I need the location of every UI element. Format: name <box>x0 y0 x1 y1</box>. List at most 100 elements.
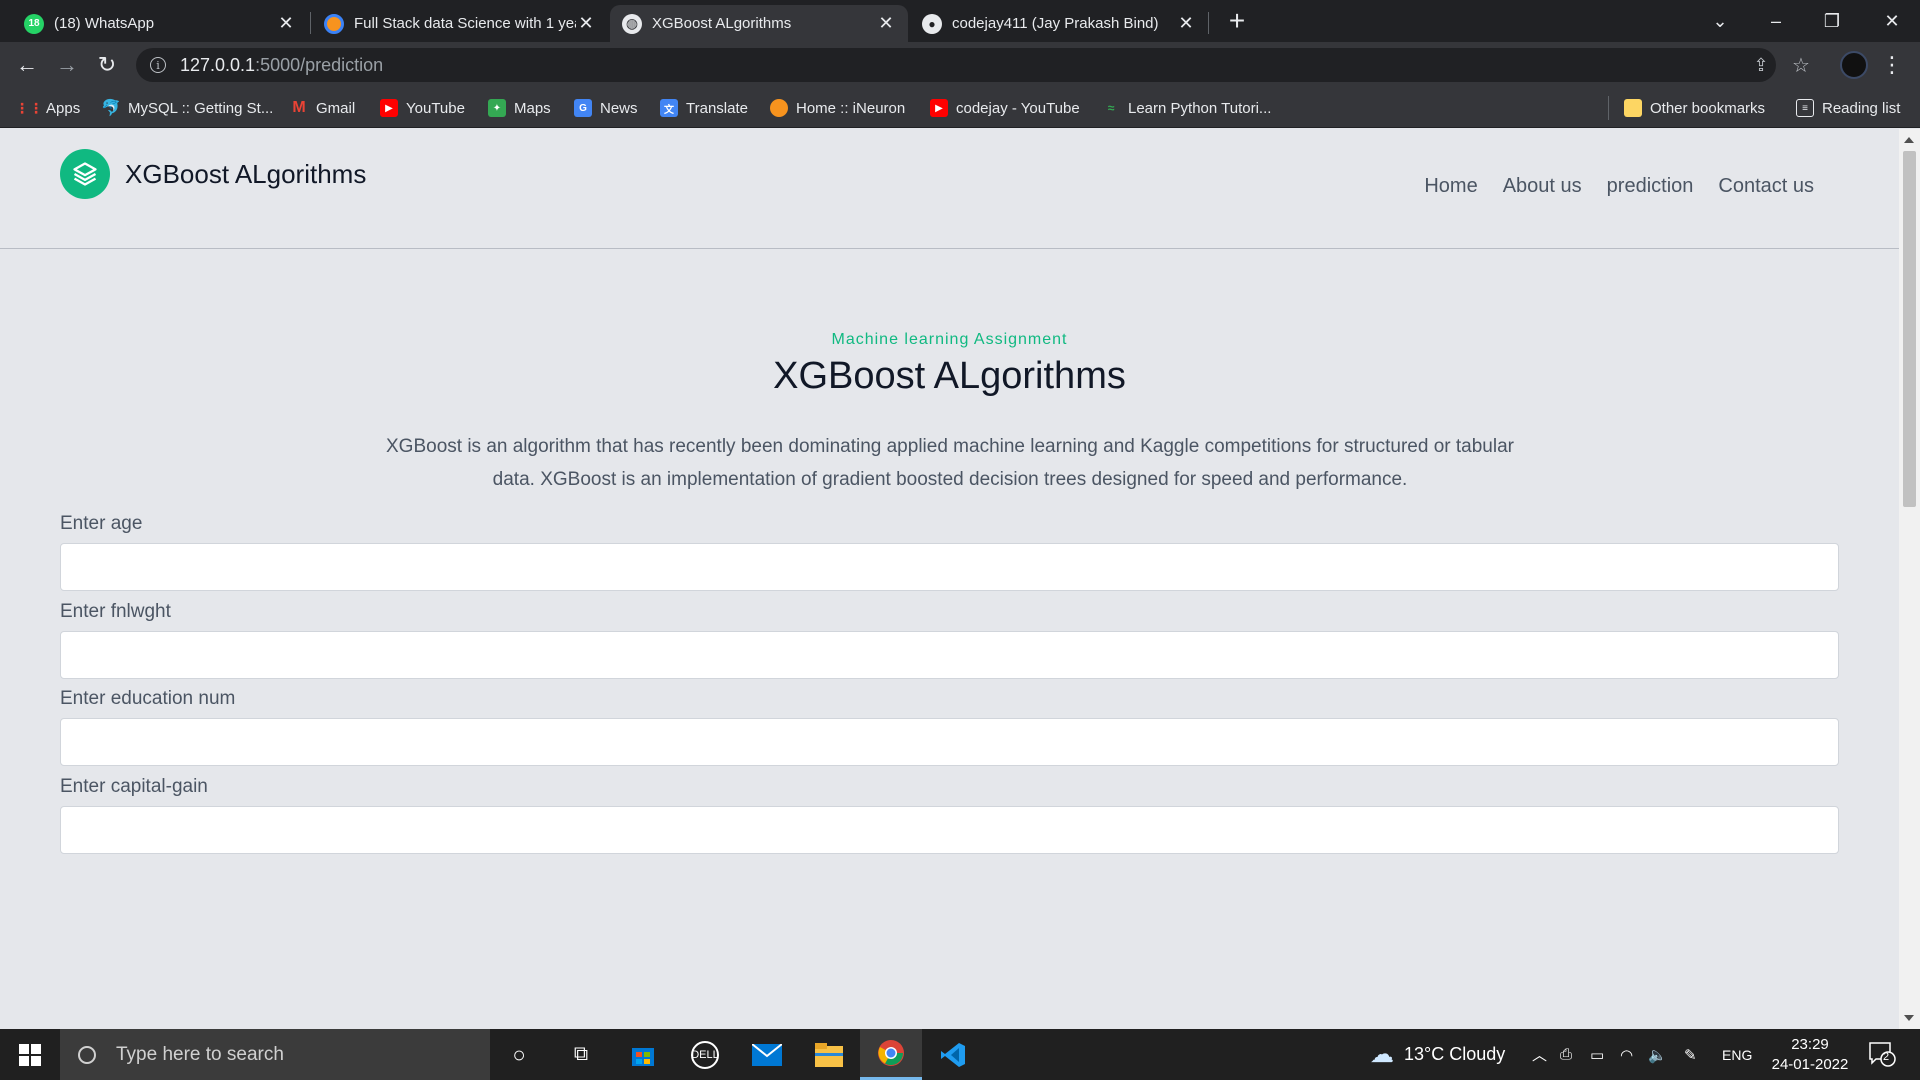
bookmark-label: Translate <box>686 99 748 117</box>
age-input[interactable] <box>60 543 1839 591</box>
profile-avatar[interactable] <box>1840 51 1868 79</box>
search-icon <box>78 1045 96 1064</box>
tab-title: Full Stack data Science with 1 yea <box>354 15 576 32</box>
address-bar[interactable]: i 127.0.0.1:5000/prediction <box>136 48 1776 82</box>
tab-search-icon[interactable]: ⌄ <box>1692 0 1748 42</box>
show-hidden-icons-chevron-icon[interactable]: ︿ <box>1532 1029 1547 1080</box>
bookmark-maps[interactable]: ✦ Maps <box>488 96 551 120</box>
tab-title: codejay411 (Jay Prakash Bind) <box>952 15 1159 32</box>
url-host: 127.0.0.1 <box>180 54 256 75</box>
capital-gain-input[interactable] <box>60 806 1839 854</box>
system-clock[interactable]: 23:29 24-01-2022 <box>1760 1035 1860 1075</box>
reload-icon[interactable]: ↻ <box>92 50 122 80</box>
taskbar-search-box[interactable]: Type here to search <box>60 1029 490 1080</box>
education-num-label: Enter education num <box>60 688 236 709</box>
tab-xgboost[interactable]: ◍ XGBoost ALgorithms ✕ <box>610 5 908 42</box>
browser-tab-strip: 18 (18) WhatsApp ✕ Full Stack data Scien… <box>0 0 1920 42</box>
close-window-icon[interactable]: ✕ <box>1864 0 1920 42</box>
bookmark-ineuron[interactable]: Home :: iNeuron <box>770 96 905 120</box>
windows-taskbar: Type here to search ○ ⧉ DELL ☁ 13°C Clou… <box>0 1029 1920 1080</box>
taskbar-search-placeholder: Type here to search <box>116 1043 284 1065</box>
scroll-up-arrow-icon[interactable] <box>1904 137 1914 143</box>
bookmark-other[interactable]: Other bookmarks <box>1624 96 1765 120</box>
folder-icon <box>1624 99 1642 117</box>
microsoft-store-icon[interactable] <box>612 1029 674 1080</box>
nav-home[interactable]: Home <box>1424 175 1477 198</box>
bookmark-learn-python[interactable]: ≈ Learn Python Tutori... <box>1102 96 1272 120</box>
news-icon: G <box>574 99 592 117</box>
youtube-icon: ▶ <box>380 99 398 117</box>
bookmark-label: Maps <box>514 99 551 117</box>
tab-separator <box>1208 12 1209 34</box>
chrome-icon[interactable] <box>860 1029 922 1080</box>
bookmarks-separator <box>1608 96 1609 120</box>
windows-start-icon[interactable] <box>0 1029 60 1080</box>
cortana-icon[interactable]: ○ <box>488 1029 550 1080</box>
close-tab-icon[interactable]: ✕ <box>876 13 896 34</box>
language-indicator[interactable]: ENG <box>1722 1029 1752 1080</box>
page-scrollbar[interactable] <box>1899 129 1920 1029</box>
weather-text: 13°C Cloudy <box>1404 1044 1506 1064</box>
close-tab-icon[interactable]: ✕ <box>1176 13 1196 34</box>
age-label: Enter age <box>60 513 143 534</box>
page-viewport: XGBoost ALgorithms Home About us predict… <box>0 129 1899 1029</box>
tab-github[interactable]: ● codejay411 (Jay Prakash Bind) ✕ <box>910 5 1208 42</box>
close-tab-icon[interactable]: ✕ <box>576 13 596 34</box>
tab-title: XGBoost ALgorithms <box>652 15 792 32</box>
layers-logo-icon[interactable] <box>60 149 110 199</box>
clock-time: 23:29 <box>1791 1036 1829 1053</box>
menu-kebab-icon[interactable]: ⋮ <box>1880 50 1904 80</box>
bookmark-label: Home :: iNeuron <box>796 99 906 117</box>
tab-title: (18) WhatsApp <box>54 15 155 32</box>
back-arrow-icon[interactable]: ← <box>12 50 42 80</box>
volume-icon[interactable]: 🔈 <box>1648 1029 1667 1080</box>
bookmark-youtube[interactable]: ▶ YouTube <box>380 96 465 120</box>
forward-arrow-icon[interactable]: → <box>52 50 82 80</box>
mail-icon[interactable] <box>736 1029 798 1080</box>
tab-ineuron[interactable]: Full Stack data Science with 1 yea ✕ <box>312 5 608 42</box>
pen-icon[interactable]: ✎ <box>1684 1029 1697 1080</box>
reading-list[interactable]: ≡ Reading list <box>1796 96 1900 120</box>
close-tab-icon[interactable]: ✕ <box>276 13 296 34</box>
vscode-icon[interactable] <box>922 1029 984 1080</box>
bookmark-apps[interactable]: ⋮⋮ Apps <box>15 96 80 120</box>
youtube-icon: ▶ <box>930 99 948 117</box>
battery-icon[interactable]: ▭ <box>1590 1029 1604 1080</box>
new-tab-icon[interactable]: + <box>1222 5 1252 36</box>
share-icon[interactable]: ⇪ <box>1746 50 1776 80</box>
bookmark-label: Gmail <box>316 99 356 117</box>
nav-contact-us[interactable]: Contact us <box>1718 175 1814 198</box>
scrollbar-thumb[interactable] <box>1903 151 1916 507</box>
education-num-input[interactable] <box>60 718 1839 766</box>
bookmark-news[interactable]: G News <box>574 96 638 120</box>
bookmark-star-icon[interactable]: ☆ <box>1786 50 1816 80</box>
hero-description: XGBoost is an algorithm that has recentl… <box>386 436 1514 490</box>
site-brand[interactable]: XGBoost ALgorithms <box>125 159 366 190</box>
dell-icon[interactable]: DELL <box>674 1029 736 1080</box>
weather-widget[interactable]: ☁ 13°C Cloudy <box>1370 1029 1505 1080</box>
meet-now-icon[interactable]: ⎙ <box>1560 1029 1572 1080</box>
cloud-icon: ☁ <box>1370 1041 1394 1068</box>
task-view-icon[interactable]: ⧉ <box>550 1029 612 1080</box>
fnlwght-input[interactable] <box>60 631 1839 679</box>
hero-eyebrow: Machine learning Assignment <box>831 331 1068 348</box>
notification-center-icon[interactable]: 2 <box>1868 1041 1896 1067</box>
bookmark-translate[interactable]: 文 Translate <box>660 96 748 120</box>
gmail-icon: M <box>292 99 306 116</box>
bookmark-mysql[interactable]: 🐬 MySQL :: Getting St... <box>101 96 273 120</box>
tab-separator <box>310 12 311 34</box>
minimize-icon[interactable]: – <box>1748 0 1804 42</box>
tab-whatsapp[interactable]: 18 (18) WhatsApp ✕ <box>12 5 308 42</box>
site-info-icon[interactable]: i <box>150 57 166 73</box>
notification-count: 2 <box>1883 1051 1890 1063</box>
bookmark-gmail[interactable]: M Gmail <box>290 96 355 120</box>
restore-icon[interactable]: ❐ <box>1804 0 1860 42</box>
bookmark-codejay-youtube[interactable]: ▶ codejay - YouTube <box>930 96 1080 120</box>
nav-prediction[interactable]: prediction <box>1607 175 1694 198</box>
scroll-down-arrow-icon[interactable] <box>1904 1015 1914 1021</box>
file-explorer-icon[interactable] <box>798 1029 860 1080</box>
wifi-icon[interactable]: ◠ <box>1620 1029 1633 1080</box>
page-title: XGBoost ALgorithms <box>773 355 1126 397</box>
ineuron-icon <box>770 99 788 117</box>
nav-about-us[interactable]: About us <box>1503 175 1582 198</box>
